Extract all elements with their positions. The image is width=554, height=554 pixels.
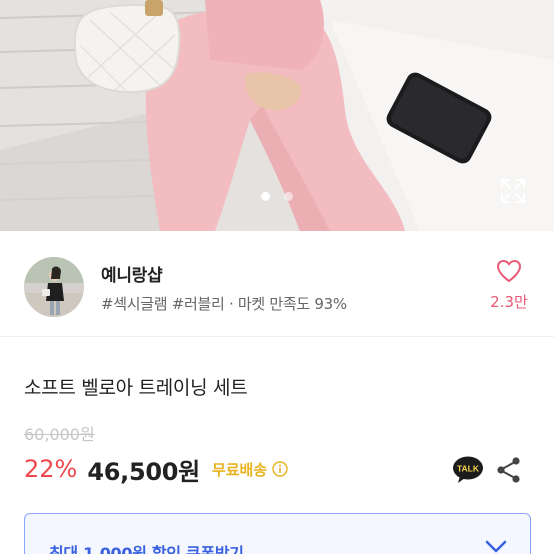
original-price: 60,000원 xyxy=(24,425,95,444)
carousel-indicator xyxy=(0,192,554,201)
product-image-carousel[interactable] xyxy=(0,0,554,231)
info-icon[interactable] xyxy=(272,461,288,477)
share-button[interactable] xyxy=(496,456,522,484)
share-icon xyxy=(497,457,520,483)
seller-avatar[interactable] xyxy=(24,257,84,317)
carousel-dot-active[interactable] xyxy=(261,192,270,201)
seller-section[interactable]: 예니랑샵 #섹시글램 #러블리 · 마켓 만족도 93% 2.3만 xyxy=(0,231,554,337)
product-title: 소프트 벨로아 트레이닝 세트 xyxy=(24,377,248,399)
sale-price: 46,500원 xyxy=(87,457,200,486)
coupon-label: 최대 1,000원 할인 쿠폰받기 xyxy=(49,544,244,554)
kakao-talk-button[interactable]: TALK xyxy=(452,455,484,485)
free-shipping-label: 무료배송 xyxy=(211,460,268,479)
chevron-down-icon xyxy=(485,540,507,553)
expand-icon[interactable] xyxy=(498,176,528,206)
coupon-download-button[interactable]: 최대 1,000원 할인 쿠폰받기 xyxy=(24,513,531,554)
price-row: 22% 46,500원 무료배송 xyxy=(24,453,288,486)
like-count: 2.3만 xyxy=(490,293,528,311)
kakao-talk-icon: TALK xyxy=(453,456,483,483)
like-button[interactable]: 2.3만 xyxy=(484,259,534,312)
heart-outline-icon xyxy=(497,260,521,282)
talk-label: TALK xyxy=(457,464,480,474)
seller-tags: #섹시글램 #러블리 · 마켓 만족도 93% xyxy=(101,295,347,313)
seller-name[interactable]: 예니랑샵 xyxy=(101,261,163,286)
carousel-dot[interactable] xyxy=(284,192,293,201)
discount-rate: 22% xyxy=(24,455,78,483)
